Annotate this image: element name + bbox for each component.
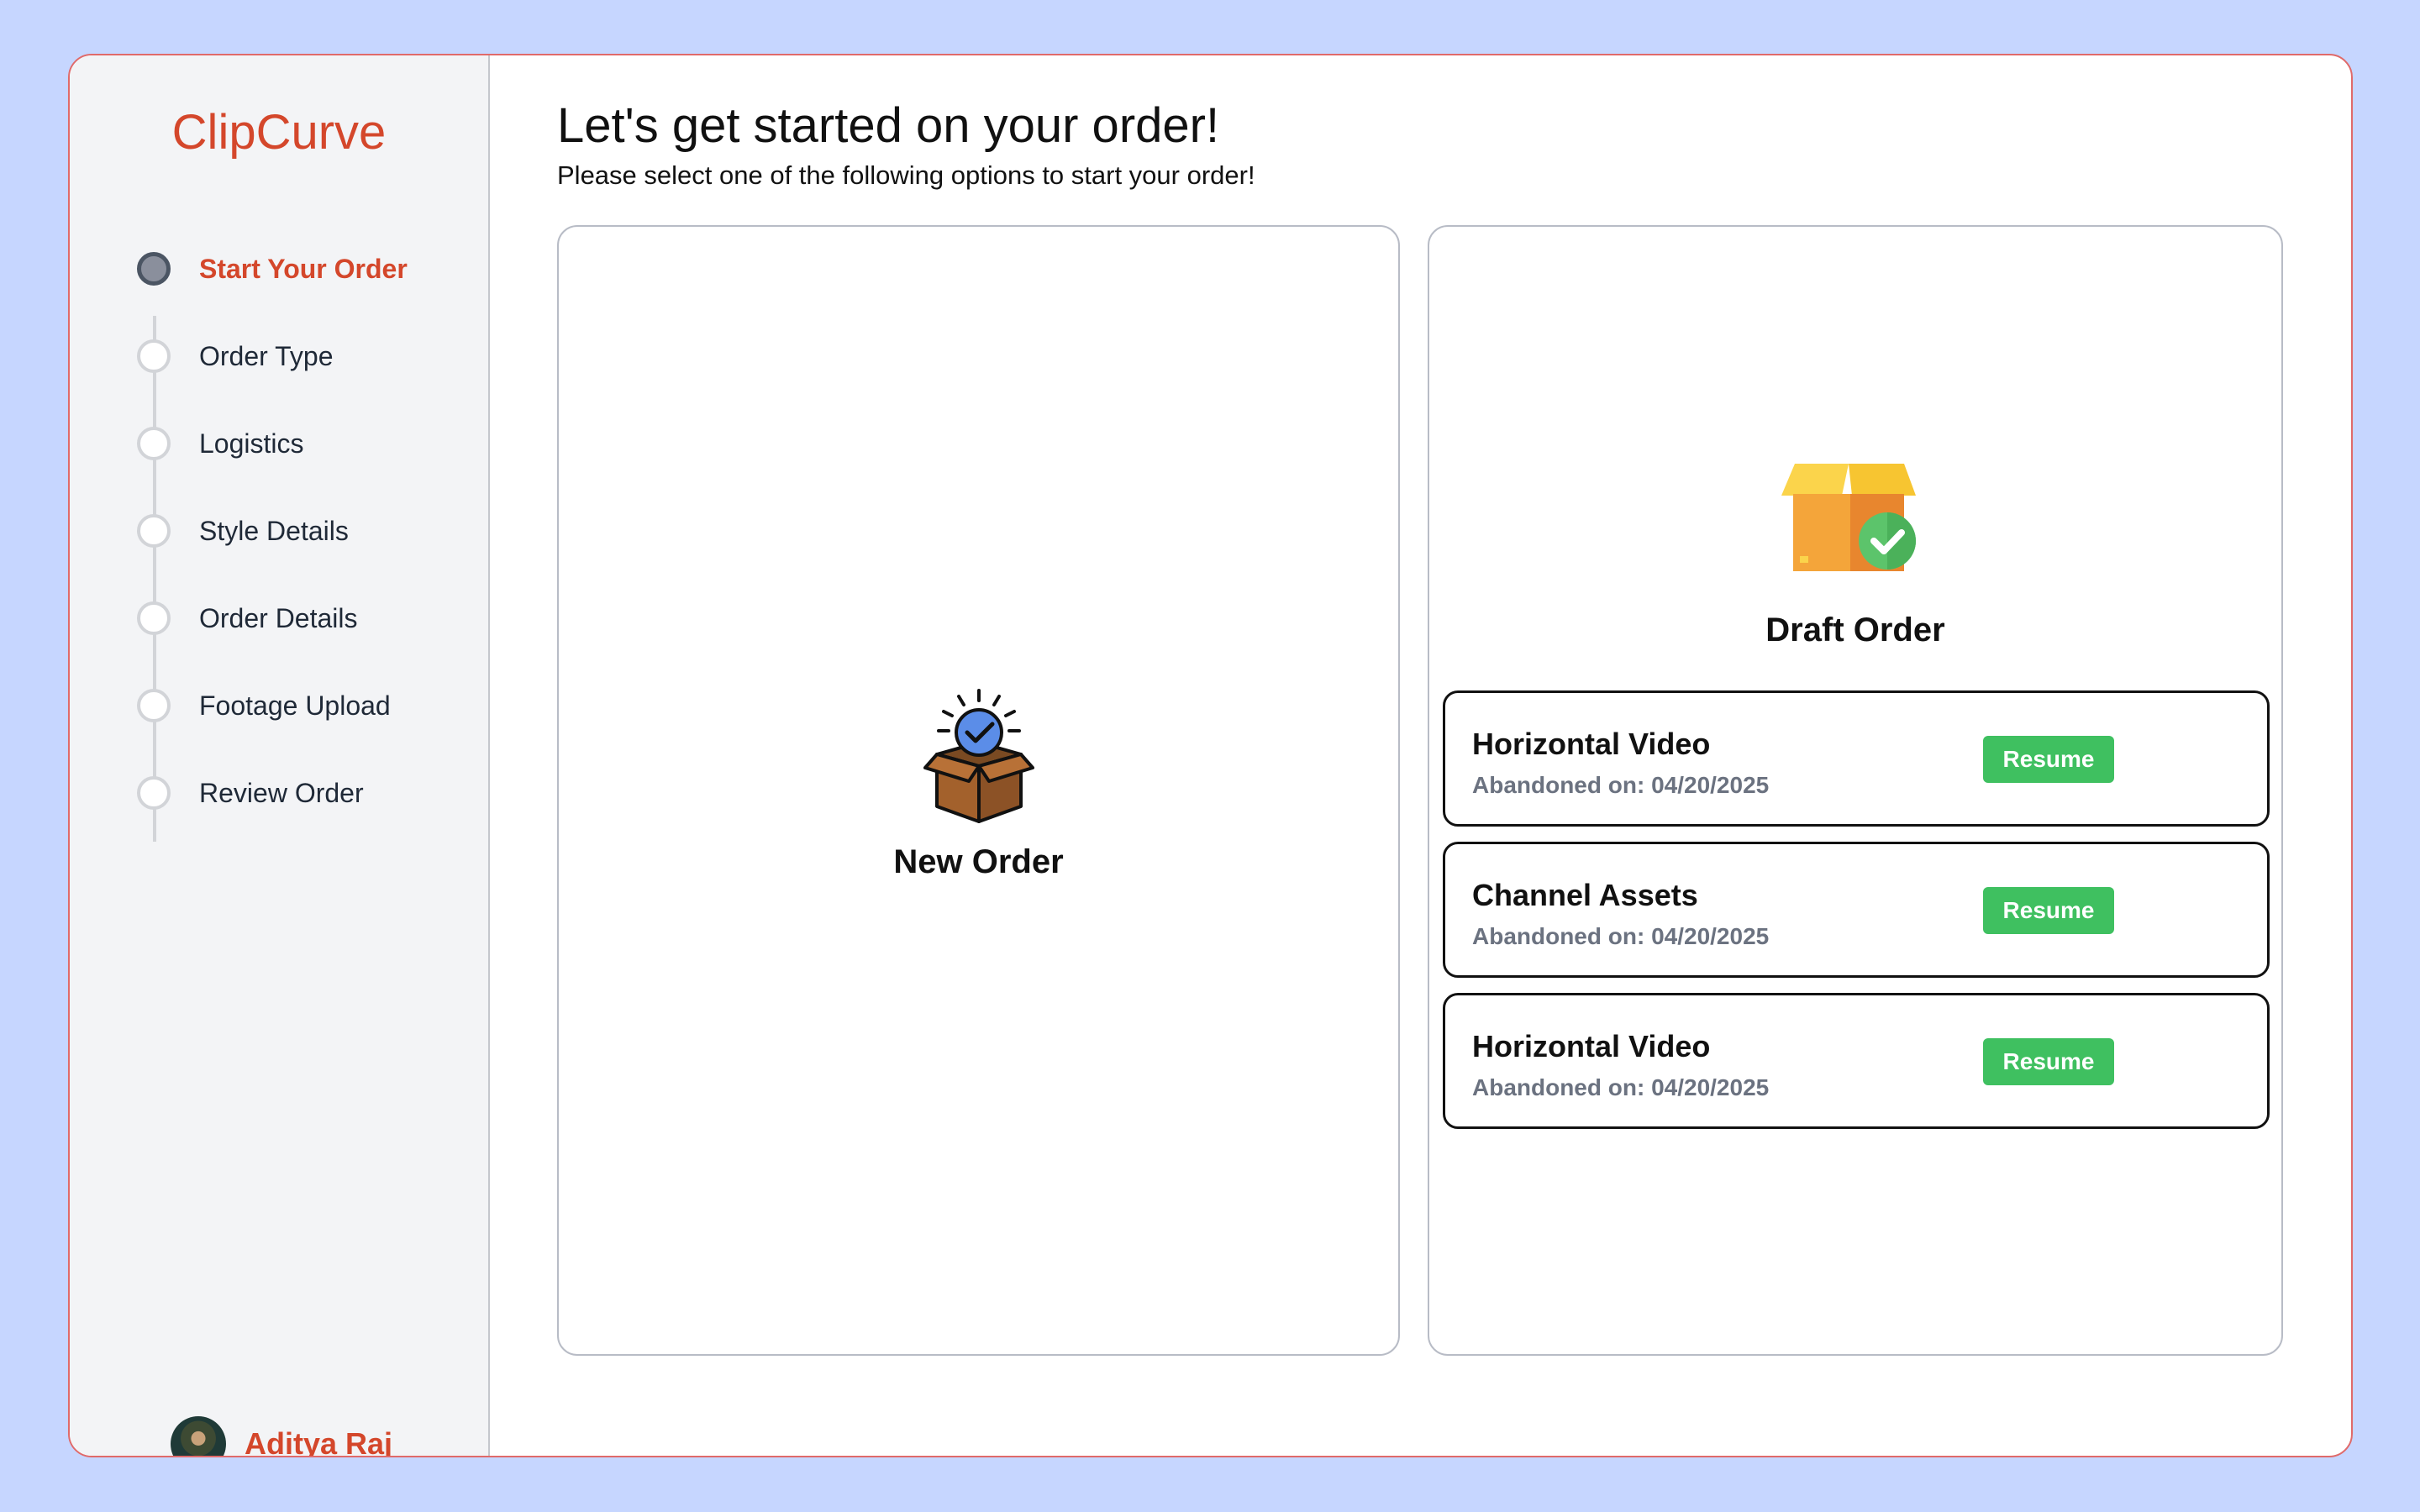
resume-button[interactable]: Resume [1983,887,2114,934]
step-label: Style Details [199,515,349,546]
draft-name: Horizontal Video [1472,1029,1711,1063]
step-start-your-order[interactable]: Start Your Order [137,244,408,294]
step-label: Order Details [199,602,358,633]
page-subtitle: Please select one of the following optio… [557,160,1255,190]
new-order-card[interactable]: New Order [557,225,1400,1356]
step-style-details[interactable]: Style Details [137,506,349,556]
draft-order-item: Horizontal Video Abandoned on: 04/20/202… [1443,690,2270,827]
new-order-label: New Order [893,843,1064,880]
step-label: Order Type [199,340,334,371]
step-indicator-icon [137,601,171,635]
step-label: Review Order [199,777,364,808]
sidebar: ClipCurve Start Your Order Order Type Lo… [70,55,490,1456]
draft-abandoned-date: Abandoned on: 04/20/2025 [1472,1074,1770,1100]
draft-name: Horizontal Video [1472,727,1711,761]
brand-logo[interactable]: ClipCurve [70,99,488,166]
draft-order-item: Horizontal Video Abandoned on: 04/20/202… [1443,993,2270,1129]
draft-order-card: Draft Order Horizontal Video Abandoned o… [1428,225,2283,1356]
step-footage-upload[interactable]: Footage Upload [137,680,391,731]
resume-button[interactable]: Resume [1983,736,2114,783]
main-content: Let's get started on your order! Please … [490,55,2351,1456]
app-window: ClipCurve Start Your Order Order Type Lo… [68,54,2353,1457]
draft-order-list: Horizontal Video Abandoned on: 04/20/202… [1443,690,2270,1144]
step-order-details[interactable]: Order Details [137,593,358,643]
open-box-check-icon [923,689,1034,823]
draft-order-item: Channel Assets Abandoned on: 04/20/2025 … [1443,842,2270,978]
step-label: Footage Upload [199,690,391,721]
user-profile[interactable]: Aditya Raj [171,1416,393,1457]
package-check-icon [1781,464,1916,571]
step-active-indicator-icon [137,252,171,286]
step-order-type[interactable]: Order Type [137,331,333,381]
step-indicator-icon [137,689,171,722]
step-indicator-icon [137,339,171,373]
resume-button[interactable]: Resume [1983,1038,2114,1085]
step-label: Start Your Order [199,253,408,284]
step-logistics[interactable]: Logistics [137,418,304,469]
user-name: Aditya Raj [245,1426,393,1457]
draft-order-label: Draft Order [1765,612,1945,648]
draft-abandoned-date: Abandoned on: 04/20/2025 [1472,772,1770,798]
steps-connector-line [153,316,156,842]
draft-abandoned-date: Abandoned on: 04/20/2025 [1472,923,1770,949]
draft-name: Channel Assets [1472,878,1698,912]
avatar [171,1416,226,1456]
page-title: Let's get started on your order! [557,98,1220,153]
step-indicator-icon [137,514,171,548]
step-label: Logistics [199,428,304,459]
step-indicator-icon [137,427,171,460]
step-review-order[interactable]: Review Order [137,768,364,818]
step-indicator-icon [137,776,171,810]
